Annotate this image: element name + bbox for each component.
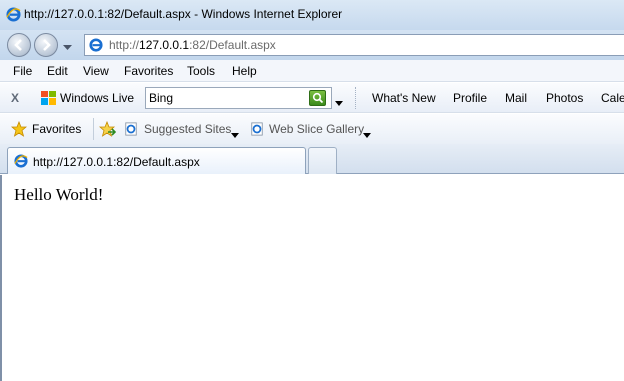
page-icon: [89, 38, 103, 55]
menu-file[interactable]: File: [13, 64, 32, 78]
web-slice-gallery-button[interactable]: Web Slice Gallery: [269, 122, 364, 136]
recent-pages-dropdown[interactable]: [63, 40, 72, 54]
new-tab-button[interactable]: [308, 147, 337, 174]
title-bar: http://127.0.0.1:82/Default.aspx - Windo…: [0, 0, 624, 30]
windows-live-button[interactable]: Windows Live: [60, 91, 134, 105]
page-content: Hello World!: [0, 175, 624, 381]
favorites-button[interactable]: Favorites: [32, 122, 81, 136]
window-title: http://127.0.0.1:82/Default.aspx - Windo…: [24, 7, 343, 21]
menu-edit[interactable]: Edit: [47, 64, 68, 78]
mail-link[interactable]: Mail: [505, 91, 527, 105]
photos-link[interactable]: Photos: [546, 91, 583, 105]
menu-favorites[interactable]: Favorites: [124, 64, 173, 78]
calendar-link[interactable]: Cale: [601, 91, 624, 105]
favorites-star-icon[interactable]: [10, 120, 28, 140]
menu-help[interactable]: Help: [232, 64, 257, 78]
toolbar-close-button[interactable]: X: [11, 91, 19, 105]
tab-strip: http://127.0.0.1:82/Default.aspx: [0, 144, 624, 174]
menu-view[interactable]: View: [83, 64, 109, 78]
add-to-favorites-icon[interactable]: [98, 120, 117, 140]
menu-tools[interactable]: Tools: [187, 64, 215, 78]
whats-new-link[interactable]: What's New: [372, 91, 436, 105]
chevron-down-icon: [231, 127, 239, 141]
navigation-bar: http://127.0.0.1:82/Default.aspx: [0, 30, 624, 60]
windows-logo-icon: [41, 91, 56, 108]
chevron-down-icon: [335, 101, 343, 106]
menu-bar: File Edit View Favorites Tools Help: [0, 60, 624, 82]
search-icon: [312, 92, 324, 104]
search-box: [145, 87, 332, 109]
favorites-divider: [93, 118, 94, 140]
suggested-sites-icon: [124, 122, 138, 139]
page-body-text: Hello World!: [14, 185, 104, 204]
tab-title: http://127.0.0.1:82/Default.aspx: [33, 155, 200, 169]
profile-link[interactable]: Profile: [453, 91, 487, 105]
favorites-bar: Favorites Suggested Sites Web Slice Gall…: [0, 114, 624, 144]
windows-live-toolbar: X Windows Live What's New Profile Mail P…: [0, 83, 624, 113]
ie-icon: [6, 7, 21, 25]
chevron-down-icon: [63, 45, 72, 50]
chevron-down-icon: [363, 127, 371, 141]
address-url: http://127.0.0.1:82/Default.aspx: [109, 38, 276, 52]
back-button[interactable]: [7, 33, 31, 57]
forward-button[interactable]: [34, 33, 58, 57]
search-input[interactable]: [149, 90, 304, 106]
arrow-right-icon: [43, 39, 51, 51]
search-go-button[interactable]: [309, 90, 326, 106]
address-bar[interactable]: http://127.0.0.1:82/Default.aspx: [84, 34, 624, 56]
tab-default-aspx[interactable]: http://127.0.0.1:82/Default.aspx: [7, 147, 306, 174]
web-slice-icon: [250, 122, 264, 139]
ie-icon: [14, 154, 28, 171]
suggested-sites-button[interactable]: Suggested Sites: [144, 122, 231, 136]
search-options-dropdown[interactable]: [335, 95, 343, 109]
arrow-left-icon: [14, 39, 22, 51]
toolbar-divider: [355, 87, 356, 109]
